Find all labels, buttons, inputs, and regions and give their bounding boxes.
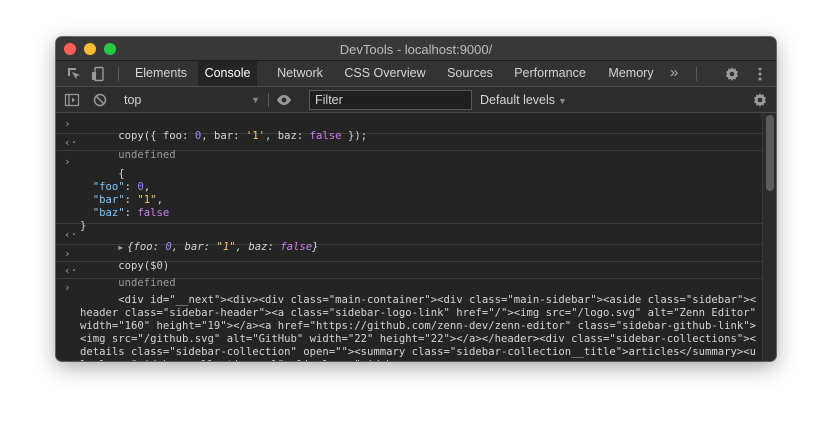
context-selector-value: top [124,93,142,107]
prompt-chevron-icon: › [64,281,71,294]
clear-console-icon[interactable] [92,92,108,108]
dropdown-arrow-icon: ▼ [558,96,567,106]
tab-console[interactable]: Console [198,61,257,86]
input-chevron-icon: › [64,155,71,168]
result-arrow-icon: ‹· [64,136,78,149]
scrollbar-thumb[interactable] [766,115,774,191]
show-sidebar-icon[interactable] [64,92,80,108]
console-log-json: ›{ "foo": 0, "bar": "1", "baz": false } [56,151,762,232]
more-tabs-chevron-icon[interactable]: » [670,61,678,86]
inspect-element-icon[interactable] [66,66,82,82]
panel-tab-bar: Elements Console Network CSS Overview So… [56,61,776,87]
context-selector[interactable]: top ▼ [124,91,260,109]
more-options-icon[interactable] [752,66,768,82]
tab-network[interactable]: Network [268,61,332,86]
input-chevron-icon: › [64,117,71,130]
tab-elements[interactable]: Elements [126,61,196,86]
json-value: false [137,207,170,219]
result-arrow-icon: ‹· [64,264,78,277]
json-key: "bar" [92,194,125,206]
console-toolbar: top ▼ Default levels▼ [56,87,776,113]
console-input-message: › copy($0) [56,245,762,272]
console-prompt-line[interactable]: › <div id="__next"><div><div class="main-… [56,279,762,361]
window-title: DevTools - localhost:9000/ [339,42,493,57]
console-settings-gear-icon[interactable] [752,92,768,108]
log-levels-dropdown[interactable]: Default levels ▼ [480,91,567,109]
json-value: 0 [137,181,144,193]
tab-css-overview[interactable]: CSS Overview [338,61,432,86]
console-output[interactable]: › copy({ foo: 0, bar: '1', baz: false });… [56,113,762,361]
tab-sources[interactable]: Sources [440,61,500,86]
filter-input[interactable] [309,90,472,110]
console-input-message: › copy({ foo: 0, bar: '1', baz: false }); [56,113,762,142]
toolbar-divider [268,93,269,107]
tab-performance[interactable]: Performance [506,61,594,86]
console-result-message: ‹· undefined [56,262,762,289]
result-arrow-icon: ‹· [64,228,78,241]
tab-memory[interactable]: Memory [602,61,660,86]
dropdown-arrow-icon: ▼ [251,95,260,105]
title-bar: DevTools - localhost:9000/ [56,37,776,61]
json-key: "foo" [92,181,125,193]
device-toolbar-icon[interactable] [90,66,106,82]
html-output-text: <div id="__next"><div><div class="main-c… [80,294,757,361]
devtools-window: DevTools - localhost:9000/ Elements Cons… [56,37,776,361]
tab-bar-divider [118,67,119,81]
input-chevron-icon: › [64,247,71,260]
live-expression-eye-icon[interactable] [276,92,292,108]
console-result-message: ‹· undefined [56,134,762,161]
settings-gear-icon[interactable] [724,66,740,82]
console-scrollbar[interactable] [762,113,776,361]
json-key: "baz" [92,207,125,219]
log-levels-label: Default levels [480,93,556,107]
json-value: "1" [137,194,157,206]
code-text: { [118,168,125,180]
tab-bar-divider [696,67,697,81]
console-result-object[interactable]: ‹· ▶ {foo: 0, bar: "1", baz: false} [56,224,762,253]
